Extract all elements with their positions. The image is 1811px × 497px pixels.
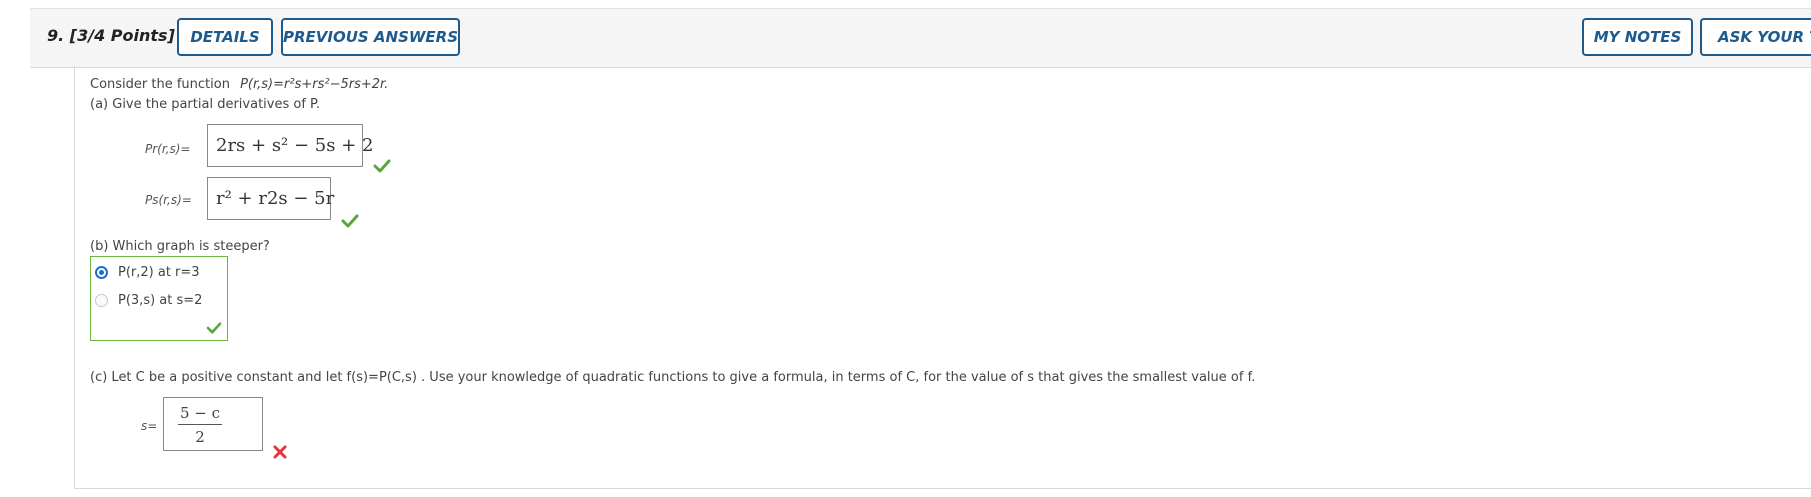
- s-label: s=: [141, 419, 158, 433]
- incorrect-x-icon: [273, 445, 287, 459]
- part-c-prompt: (c) Let C be a positive constant and let…: [90, 370, 1256, 385]
- pr-correct-check-icon: [373, 159, 391, 173]
- fraction-bar: [178, 424, 222, 425]
- ps-correct-check-icon: [341, 214, 359, 228]
- my-notes-button[interactable]: MY NOTES: [1582, 18, 1693, 56]
- ps-answer-field[interactable]: r² + r2s − 5r: [207, 177, 334, 220]
- part-a-prompt: (a) Give the partial derivatives of P.: [90, 97, 320, 112]
- s-answer-field[interactable]: 5 − c 2: [163, 397, 263, 451]
- pr-label: Pr(r,s)=: [145, 142, 191, 156]
- s-answer-denominator: 2: [195, 428, 205, 446]
- part-b-correct-check-icon: [206, 322, 222, 334]
- previous-answers-button[interactable]: PREVIOUS ANSWERS: [281, 18, 460, 56]
- option-1-label[interactable]: P(r,2) at r=3: [118, 265, 200, 280]
- details-button[interactable]: DETAILS: [177, 18, 273, 56]
- part-b-prompt: (b) Which graph is steeper?: [90, 239, 270, 254]
- ask-your-teacher-button[interactable]: ASK YOUR TE: [1700, 18, 1811, 56]
- intro-text: Consider the function: [90, 77, 230, 92]
- s-answer-numerator: 5 − c: [179, 404, 221, 422]
- question-number: 9. [3/4 Points]: [47, 26, 175, 45]
- ps-label: Ps(r,s)=: [145, 193, 192, 207]
- option-2-label[interactable]: P(3,s) at s=2: [118, 293, 202, 308]
- pr-answer-field[interactable]: 2rs + s² − 5s + 2: [207, 124, 373, 167]
- option-2-radio[interactable]: [95, 294, 108, 307]
- option-1-radio[interactable]: [95, 266, 108, 279]
- function-definition: P(r,s)=r²s+rs²−5rs+2r.: [240, 77, 389, 92]
- problem-intro: Consider the function P(r,s)=r²s+rs²−5rs…: [90, 77, 388, 92]
